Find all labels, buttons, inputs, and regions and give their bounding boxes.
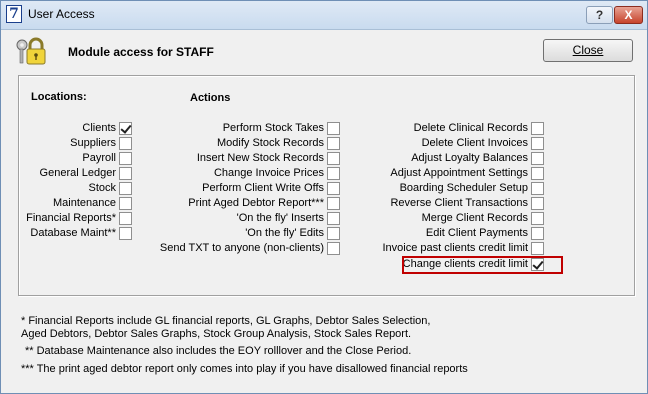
footnote-financial-reports-line2: Aged Debtors, Debtor Sales Graphs, Stock…: [21, 328, 412, 340]
location-item-suppliers[interactable]: Suppliers: [25, 136, 132, 151]
action-label: Delete Clinical Records: [413, 122, 528, 134]
location-checkbox[interactable]: [119, 122, 132, 135]
action-label: Adjust Loyalty Balances: [411, 152, 528, 164]
action-label: Delete Client Invoices: [421, 137, 528, 149]
location-checkbox[interactable]: [119, 152, 132, 165]
location-label: Suppliers: [70, 137, 116, 149]
action-label: 'On the fly' Inserts: [236, 212, 324, 224]
location-label: Database Maint**: [30, 227, 116, 239]
location-checkbox[interactable]: [119, 167, 132, 180]
location-checkbox[interactable]: [119, 212, 132, 225]
action-label: Modify Stock Records: [217, 137, 324, 149]
action-on-the-fly-inserts[interactable]: 'On the fly' Inserts: [151, 211, 340, 226]
footnote-aged-debtor: *** The print aged debtor report only co…: [21, 363, 468, 375]
location-label: Stock: [88, 182, 116, 194]
action-checkbox[interactable]: [531, 227, 544, 240]
action-checkbox[interactable]: [327, 227, 340, 240]
location-item-payroll[interactable]: Payroll: [25, 151, 132, 166]
location-item-database-maint[interactable]: Database Maint**: [25, 226, 132, 241]
action-label: Edit Client Payments: [425, 227, 528, 239]
action-checkbox[interactable]: [531, 197, 544, 210]
action-checkbox[interactable]: [327, 167, 340, 180]
window-title: User Access: [28, 7, 95, 21]
action-label: Boarding Scheduler Setup: [399, 182, 528, 194]
action-send-txt-to-anyone[interactable]: Send TXT to anyone (non-clients): [151, 241, 340, 256]
action-label: Invoice past clients credit limit: [382, 242, 529, 254]
action-insert-new-stock-records[interactable]: Insert New Stock Records: [151, 151, 340, 166]
action-merge-client-records[interactable]: Merge Client Records: [361, 211, 544, 226]
action-change-invoice-prices[interactable]: Change Invoice Prices: [151, 166, 340, 181]
action-label: Change Invoice Prices: [213, 167, 324, 179]
action-label: Print Aged Debtor Report***: [188, 197, 324, 209]
action-perform-client-write-offs[interactable]: Perform Client Write Offs: [151, 181, 340, 196]
action-checkbox[interactable]: [327, 182, 340, 195]
action-print-aged-debtor-report[interactable]: Print Aged Debtor Report***: [151, 196, 340, 211]
padlock-keys-icon: [16, 37, 46, 65]
action-checkbox[interactable]: [531, 167, 544, 180]
action-checkbox[interactable]: [327, 122, 340, 135]
action-label: Reverse Client Transactions: [390, 197, 528, 209]
location-label: Maintenance: [53, 197, 116, 209]
action-checkbox[interactable]: [531, 212, 544, 225]
action-checkbox[interactable]: [327, 152, 340, 165]
app-logo-icon: 7: [6, 5, 22, 23]
title-bar[interactable]: 7 User Access ? X: [1, 1, 647, 30]
location-item-general-ledger[interactable]: General Ledger: [25, 166, 132, 181]
action-label: Perform Stock Takes: [222, 122, 324, 134]
action-checkbox[interactable]: [531, 182, 544, 195]
location-item-clients[interactable]: Clients: [25, 121, 132, 136]
location-label: General Ledger: [39, 167, 116, 179]
action-adjust-loyalty-balances[interactable]: Adjust Loyalty Balances: [361, 151, 544, 166]
location-item-financial-reports[interactable]: Financial Reports*: [25, 211, 132, 226]
action-label: Insert New Stock Records: [196, 152, 324, 164]
action-delete-clinical-records[interactable]: Delete Clinical Records: [361, 121, 544, 136]
action-on-the-fly-edits[interactable]: 'On the fly' Edits: [151, 226, 340, 241]
window-close-button[interactable]: X: [614, 6, 643, 24]
location-checkbox[interactable]: [119, 137, 132, 150]
action-invoice-past-credit-limit[interactable]: Invoice past clients credit limit: [361, 241, 544, 256]
location-item-maintenance[interactable]: Maintenance: [25, 196, 132, 211]
location-checkbox[interactable]: [119, 182, 132, 195]
location-item-stock[interactable]: Stock: [25, 181, 132, 196]
action-edit-client-payments[interactable]: Edit Client Payments: [361, 226, 544, 241]
location-checkbox[interactable]: [119, 197, 132, 210]
action-checkbox[interactable]: [327, 242, 340, 255]
action-modify-stock-records[interactable]: Modify Stock Records: [151, 136, 340, 151]
footnote-database-maintenance: ** Database Maintenance also includes th…: [25, 345, 412, 357]
action-label: 'On the fly' Edits: [245, 227, 324, 239]
footnote-financial-reports-line1: * Financial Reports include GL financial…: [21, 315, 431, 327]
action-checkbox[interactable]: [327, 137, 340, 150]
close-button[interactable]: Close: [543, 39, 633, 62]
location-label: Payroll: [82, 152, 116, 164]
actions-heading: Actions: [190, 92, 231, 104]
action-delete-client-invoices[interactable]: Delete Client Invoices: [361, 136, 544, 151]
user-access-window: 7 User Access ? X Module access for STAF…: [0, 0, 648, 394]
action-label: Merge Client Records: [421, 212, 528, 224]
action-checkbox[interactable]: [327, 212, 340, 225]
action-label: Adjust Appointment Settings: [390, 167, 528, 179]
location-checkbox[interactable]: [119, 227, 132, 240]
action-adjust-appointment-settings[interactable]: Adjust Appointment Settings: [361, 166, 544, 181]
locations-heading: Locations:: [31, 91, 87, 103]
action-checkbox[interactable]: [531, 122, 544, 135]
location-label: Financial Reports*: [26, 212, 116, 224]
action-checkbox[interactable]: [531, 137, 544, 150]
action-perform-stock-takes[interactable]: Perform Stock Takes: [151, 121, 340, 136]
highlight-box: [402, 256, 563, 274]
action-boarding-scheduler-setup[interactable]: Boarding Scheduler Setup: [361, 181, 544, 196]
help-button[interactable]: ?: [586, 6, 613, 24]
action-checkbox[interactable]: [327, 197, 340, 210]
action-reverse-client-transactions[interactable]: Reverse Client Transactions: [361, 196, 544, 211]
module-title: Module access for STAFF: [68, 45, 214, 59]
action-checkbox[interactable]: [531, 152, 544, 165]
action-label: Perform Client Write Offs: [202, 182, 324, 194]
action-checkbox[interactable]: [531, 242, 544, 255]
location-label: Clients: [82, 122, 116, 134]
action-label: Send TXT to anyone (non-clients): [159, 242, 324, 254]
